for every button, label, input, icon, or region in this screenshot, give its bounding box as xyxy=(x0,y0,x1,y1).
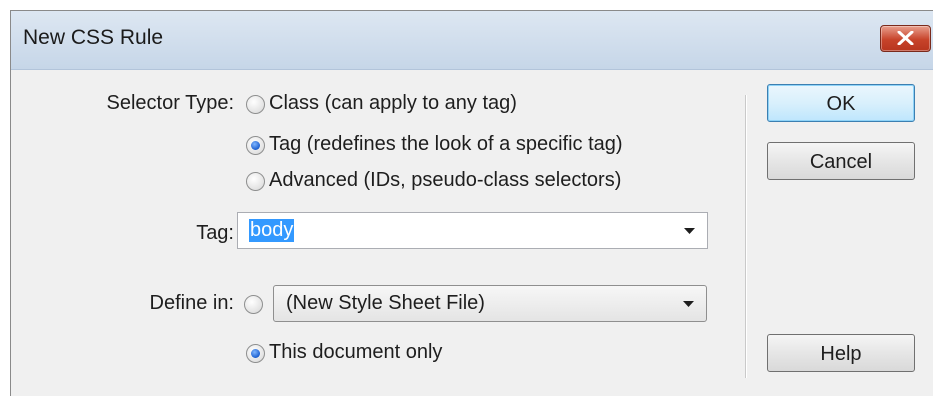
vertical-separator xyxy=(745,95,747,378)
define-in-value: (New Style Sheet File) xyxy=(286,292,485,314)
radio-advanced[interactable] xyxy=(246,172,265,191)
cancel-button[interactable]: Cancel xyxy=(767,142,915,180)
tag-value[interactable]: body xyxy=(249,219,295,242)
define-in-label: Define in: xyxy=(149,292,235,314)
title-bar: New CSS Rule xyxy=(11,11,933,70)
radio-tag-label[interactable]: Tag (redefines the look of a specific ta… xyxy=(269,133,623,156)
radio-tag[interactable] xyxy=(246,136,265,155)
define-in-select[interactable]: (New Style Sheet File) xyxy=(273,285,707,322)
radio-this-document[interactable] xyxy=(246,344,265,363)
ok-button[interactable]: OK xyxy=(767,84,915,122)
radio-new-style-sheet[interactable] xyxy=(244,295,263,314)
chevron-down-icon[interactable] xyxy=(684,228,695,234)
dialog-title: New CSS Rule xyxy=(23,26,164,49)
help-button[interactable]: Help xyxy=(767,334,915,372)
close-button[interactable] xyxy=(880,25,931,52)
close-x-icon xyxy=(897,31,914,45)
new-css-rule-dialog: New CSS Rule Selector Type: Class (can a… xyxy=(10,10,933,396)
radio-class-label[interactable]: Class (can apply to any tag) xyxy=(269,92,517,115)
tag-combobox[interactable]: body xyxy=(237,212,708,249)
selector-type-label: Selector Type: xyxy=(106,92,234,114)
radio-this-document-label[interactable]: This document only xyxy=(269,341,442,364)
chevron-down-icon[interactable] xyxy=(683,301,694,307)
radio-advanced-label[interactable]: Advanced (IDs, pseudo-class selectors) xyxy=(269,169,621,192)
radio-class[interactable] xyxy=(246,95,265,114)
tag-label: Tag: xyxy=(196,222,234,244)
